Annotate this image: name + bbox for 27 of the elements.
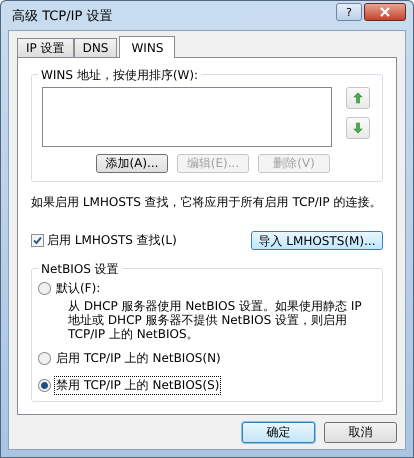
dialog-button[interactable]: 取消 xyxy=(324,422,397,443)
help-button[interactable]: ? xyxy=(336,3,362,21)
radio-option[interactable]: 启用 TCP/IP 上的 NetBIOS(N) xyxy=(38,349,376,368)
lmhosts-checkbox[interactable]: 启用 LMHOSTS 查找(L) xyxy=(31,232,177,249)
radio-button[interactable] xyxy=(38,379,51,392)
up-arrow-icon xyxy=(353,92,363,104)
move-down-button[interactable] xyxy=(346,117,370,139)
dialog-button[interactable]: 确定 xyxy=(242,422,315,443)
group-label: WINS 地址，按使用排序(W): xyxy=(38,67,202,84)
close-button[interactable] xyxy=(364,3,406,21)
window-title: 高级 TCP/IP 设置 xyxy=(12,8,112,24)
address-list[interactable] xyxy=(42,87,332,147)
action-button[interactable]: 添加(A)... xyxy=(96,154,168,173)
move-up-button[interactable] xyxy=(346,87,370,109)
checkbox-box[interactable] xyxy=(31,234,44,247)
radio-button[interactable] xyxy=(38,282,51,295)
radio-option[interactable]: 默认(F): xyxy=(38,279,376,298)
tab[interactable]: WINS xyxy=(119,36,176,58)
down-arrow-icon xyxy=(353,122,363,134)
tab[interactable]: DNS xyxy=(74,38,118,57)
radio-button[interactable] xyxy=(38,352,51,365)
option-description: 从 DHCP 服务器使用 NetBIOS 设置。如果使用静态 IP 地址或 DHCP 服务器不提供 NetBIOS 设置，则启用 TCP/IP 上的 NetBIOS。 xyxy=(68,299,363,341)
close-icon xyxy=(379,7,391,17)
info-text: 如果启用 LMHOSTS 查找，它将应用于所有启用 TCP/IP 的连接。 xyxy=(31,194,382,211)
tab[interactable]: IP 设置 xyxy=(17,38,74,57)
radio-option[interactable]: 禁用 TCP/IP 上的 NetBIOS(S) xyxy=(38,376,376,395)
import-button[interactable]: 导入 LMHOSTS(M)... xyxy=(251,231,383,250)
